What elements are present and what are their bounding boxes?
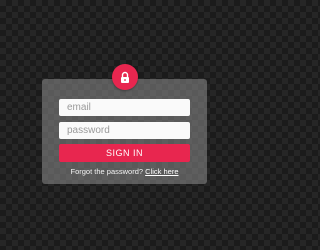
click-here-link[interactable]: Click here xyxy=(145,167,178,176)
sign-in-button[interactable]: SIGN IN xyxy=(59,144,190,162)
password-field[interactable] xyxy=(59,122,190,139)
lock-badge xyxy=(112,64,138,90)
email-field[interactable] xyxy=(59,99,190,116)
forgot-password-row: Forgot the password? Click here xyxy=(42,167,207,176)
forgot-password-text: Forgot the password? xyxy=(70,167,144,176)
lock-icon xyxy=(121,71,129,83)
